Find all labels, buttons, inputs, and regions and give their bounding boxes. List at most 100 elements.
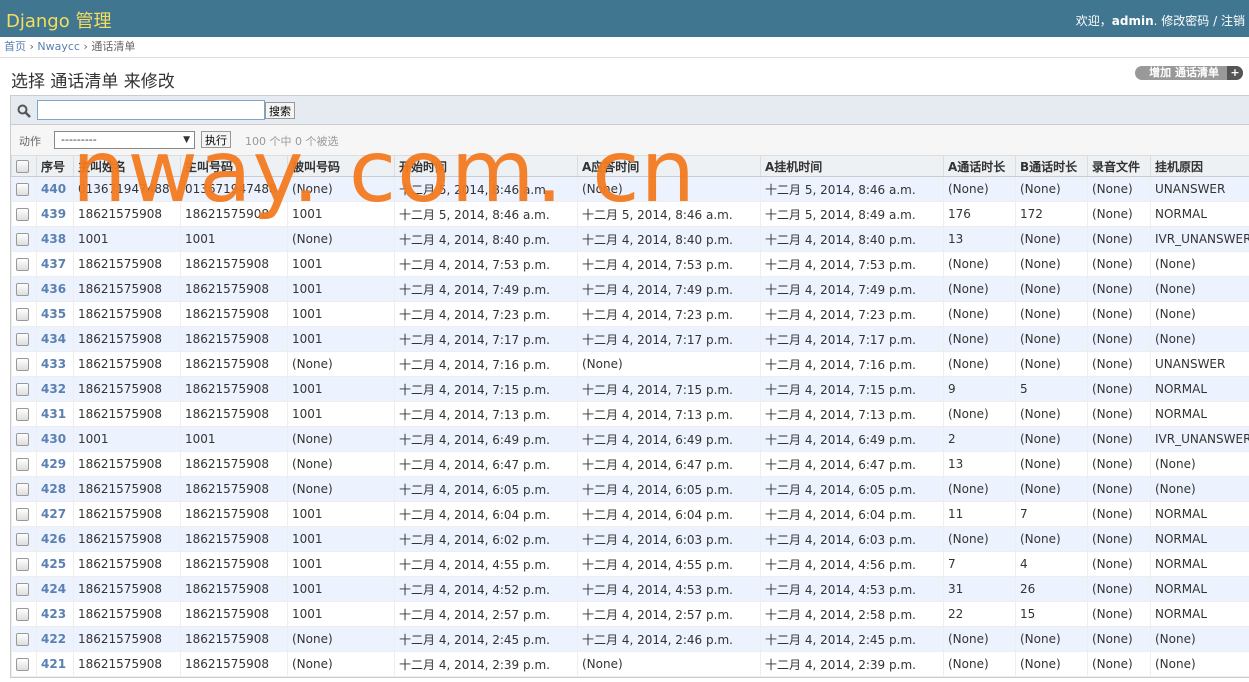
record-link[interactable]: 435 xyxy=(41,307,66,321)
table-row: 438 1001 1001 (None) 十二月 4, 2014, 8:40 p.m. 十… xyxy=(11,226,1249,252)
breadcrumb-home[interactable]: 首页 xyxy=(4,40,26,53)
record-link[interactable]: 432 xyxy=(41,382,66,396)
record-link[interactable]: 437 xyxy=(41,257,66,271)
logout-link[interactable]: 注销 xyxy=(1221,14,1245,28)
row-select-cell[interactable] xyxy=(11,526,37,552)
table-cell: 18621575908 xyxy=(73,526,181,552)
record-link[interactable]: 423 xyxy=(41,607,66,621)
add-record-button[interactable]: 增加 通话清单 + xyxy=(1135,66,1243,80)
row-select-cell[interactable] xyxy=(11,501,37,527)
search-button[interactable]: 搜索 xyxy=(265,102,295,119)
table-row: 421 18621575908 18621575908 (None) 十二月 4, 20… xyxy=(11,651,1249,677)
table-cell: (None) xyxy=(1150,326,1249,352)
table-cell: 十二月 4, 2014, 4:52 p.m. xyxy=(394,576,578,602)
row-select-cell[interactable] xyxy=(11,451,37,477)
row-checkbox[interactable] xyxy=(16,533,29,546)
table-cell: (None) xyxy=(1087,551,1151,577)
select-all-header[interactable] xyxy=(11,156,37,177)
table-cell: 十二月 4, 2014, 6:03 p.m. xyxy=(577,526,761,552)
table-cell: (None) xyxy=(1087,526,1151,552)
row-select-cell[interactable] xyxy=(11,426,37,452)
row-checkbox[interactable] xyxy=(16,483,29,496)
column-header[interactable]: A通话时长 xyxy=(943,156,1016,177)
record-link[interactable]: 428 xyxy=(41,482,66,496)
table-cell: (None) xyxy=(1150,626,1249,652)
site-title[interactable]: Django 管理 xyxy=(6,7,111,33)
record-link[interactable]: 422 xyxy=(41,632,66,646)
go-button[interactable]: 执行 xyxy=(201,131,231,148)
row-checkbox[interactable] xyxy=(16,208,29,221)
row-select-cell[interactable] xyxy=(11,301,37,327)
record-link[interactable]: 421 xyxy=(41,657,66,671)
table-cell: 15 xyxy=(1015,601,1088,627)
row-select-cell[interactable] xyxy=(11,176,37,202)
action-select[interactable]: --------- ▼ xyxy=(54,131,195,149)
select-all-checkbox[interactable] xyxy=(16,160,29,173)
breadcrumb-app[interactable]: Nwaycc xyxy=(37,40,80,53)
column-header[interactable]: A应答时间 xyxy=(577,156,761,177)
row-select-cell[interactable] xyxy=(11,401,37,427)
column-header[interactable]: 主叫号码 xyxy=(180,156,288,177)
row-checkbox[interactable] xyxy=(16,308,29,321)
table-cell: 1001 xyxy=(73,426,181,452)
column-header[interactable]: 开始时间 xyxy=(394,156,578,177)
column-header[interactable]: A挂机时间 xyxy=(760,156,944,177)
row-checkbox[interactable] xyxy=(16,408,29,421)
row-checkbox[interactable] xyxy=(16,233,29,246)
record-link[interactable]: 424 xyxy=(41,582,66,596)
row-checkbox[interactable] xyxy=(16,283,29,296)
table-cell: 十二月 4, 2014, 2:39 p.m. xyxy=(760,651,944,677)
record-link[interactable]: 434 xyxy=(41,332,66,346)
column-header[interactable]: 被叫号码 xyxy=(287,156,395,177)
row-select-cell[interactable] xyxy=(11,626,37,652)
row-select-cell[interactable] xyxy=(11,601,37,627)
record-link[interactable]: 433 xyxy=(41,357,66,371)
row-checkbox[interactable] xyxy=(16,558,29,571)
record-link[interactable]: 429 xyxy=(41,457,66,471)
row-checkbox[interactable] xyxy=(16,633,29,646)
table-cell: (None) xyxy=(943,176,1016,202)
record-link[interactable]: 427 xyxy=(41,507,66,521)
record-link[interactable]: 426 xyxy=(41,532,66,546)
row-select-cell[interactable] xyxy=(11,326,37,352)
column-header[interactable]: B通话时长 xyxy=(1015,156,1088,177)
row-select-cell[interactable] xyxy=(11,276,37,302)
change-password-link[interactable]: 修改密码 xyxy=(1161,14,1209,28)
row-select-cell[interactable] xyxy=(11,201,37,227)
record-link[interactable]: 430 xyxy=(41,432,66,446)
column-header[interactable]: 挂机原因 xyxy=(1150,156,1249,177)
row-select-cell[interactable] xyxy=(11,576,37,602)
column-header[interactable]: 录音文件 xyxy=(1087,156,1151,177)
record-link[interactable]: 425 xyxy=(41,557,66,571)
row-select-cell[interactable] xyxy=(11,651,37,677)
row-checkbox[interactable] xyxy=(16,458,29,471)
row-select-cell[interactable] xyxy=(11,476,37,502)
record-link[interactable]: 440 xyxy=(41,182,66,196)
column-header[interactable]: 序号 xyxy=(36,156,74,177)
row-select-cell[interactable] xyxy=(11,376,37,402)
record-link[interactable]: 438 xyxy=(41,232,66,246)
row-checkbox[interactable] xyxy=(16,383,29,396)
row-checkbox[interactable] xyxy=(16,333,29,346)
record-link[interactable]: 436 xyxy=(41,282,66,296)
row-select-cell[interactable] xyxy=(11,251,37,277)
record-id-cell: 432 xyxy=(36,376,74,402)
search-input[interactable] xyxy=(37,100,265,120)
row-select-cell[interactable] xyxy=(11,551,37,577)
table-cell: (None) xyxy=(943,251,1016,277)
row-checkbox[interactable] xyxy=(16,608,29,621)
row-select-cell[interactable] xyxy=(11,351,37,377)
row-checkbox[interactable] xyxy=(16,508,29,521)
row-checkbox[interactable] xyxy=(16,183,29,196)
row-checkbox[interactable] xyxy=(16,433,29,446)
column-header[interactable]: 主叫姓名 xyxy=(73,156,181,177)
table-cell: 十二月 4, 2014, 7:23 p.m. xyxy=(760,301,944,327)
action-select-value: --------- xyxy=(61,133,97,146)
row-checkbox[interactable] xyxy=(16,258,29,271)
row-checkbox[interactable] xyxy=(16,658,29,671)
row-checkbox[interactable] xyxy=(16,583,29,596)
row-select-cell[interactable] xyxy=(11,226,37,252)
row-checkbox[interactable] xyxy=(16,358,29,371)
record-link[interactable]: 439 xyxy=(41,207,66,221)
record-link[interactable]: 431 xyxy=(41,407,66,421)
